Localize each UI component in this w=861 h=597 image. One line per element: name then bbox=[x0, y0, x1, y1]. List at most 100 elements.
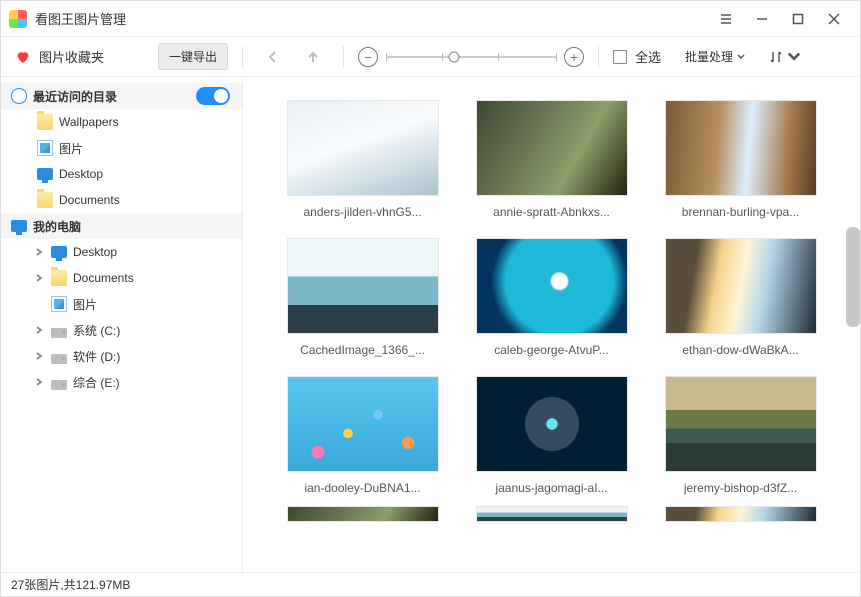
drive-icon bbox=[51, 354, 67, 364]
sidebar-item-label: Desktop bbox=[73, 245, 117, 259]
thumbnail-item[interactable]: brennan-burling-vpa... bbox=[661, 101, 820, 219]
chevron-down-icon bbox=[787, 50, 801, 64]
divider bbox=[242, 46, 243, 68]
sidebar-item-desktop[interactable]: Desktop bbox=[1, 161, 242, 187]
scrollbar-thumb[interactable] bbox=[846, 227, 860, 327]
recent-toggle[interactable] bbox=[196, 87, 230, 105]
thumbnail-image bbox=[288, 101, 438, 195]
slider-thumb[interactable] bbox=[449, 51, 460, 62]
partial-thumbnail-row bbox=[243, 505, 860, 521]
thumbnail-item[interactable]: jaanus-jagomagi-aI... bbox=[472, 377, 631, 495]
folder-icon bbox=[51, 270, 67, 286]
sidebar: 最近访问的目录 Wallpapers 图片 Desktop Documents … bbox=[1, 77, 243, 572]
minimize-button[interactable] bbox=[744, 5, 780, 33]
thumbnail-image[interactable] bbox=[288, 507, 438, 521]
content-area: anders-jilden-vhnG5... annie-spratt-Abnk… bbox=[243, 77, 860, 572]
thumbnail-image bbox=[288, 239, 438, 333]
thumbnail-item[interactable]: annie-spratt-Abnkxs... bbox=[472, 101, 631, 219]
thumbnail-caption: ian-dooley-DuBNA1... bbox=[304, 481, 420, 495]
thumbnail-caption: CachedImage_1366_... bbox=[300, 343, 425, 357]
sidebar-item-label: Desktop bbox=[59, 167, 103, 181]
sidebar-item-documents[interactable]: Documents bbox=[1, 265, 242, 291]
sidebar-item-label: 图片 bbox=[59, 140, 83, 157]
chevron-right-icon bbox=[33, 378, 45, 386]
thumbnail-image[interactable] bbox=[477, 507, 627, 521]
thumbnail-image bbox=[477, 101, 627, 195]
thumbnail-image bbox=[666, 239, 816, 333]
thumbnail-item[interactable]: CachedImage_1366_... bbox=[283, 239, 442, 357]
thumbnail-item[interactable]: anders-jilden-vhnG5... bbox=[283, 101, 442, 219]
up-button[interactable] bbox=[297, 50, 329, 64]
hamburger-menu-icon[interactable] bbox=[708, 5, 744, 33]
drive-icon bbox=[51, 380, 67, 390]
sidebar-item-label: Wallpapers bbox=[59, 115, 119, 129]
maximize-button[interactable] bbox=[780, 5, 816, 33]
heart-icon bbox=[15, 49, 31, 65]
zoom-in-button[interactable]: + bbox=[564, 47, 584, 67]
zoom-slider[interactable] bbox=[386, 47, 556, 67]
app-icon bbox=[9, 10, 27, 28]
select-all-checkbox[interactable] bbox=[613, 50, 627, 64]
thumbnail-caption: jeremy-bishop-d3fZ... bbox=[684, 481, 797, 495]
computer-icon bbox=[11, 220, 27, 232]
thumbnail-caption: anders-jilden-vhnG5... bbox=[303, 205, 421, 219]
mypc-header[interactable]: 我的电脑 bbox=[1, 213, 242, 239]
sidebar-item-drive-c[interactable]: 系统 (C:) bbox=[1, 317, 242, 343]
divider bbox=[598, 46, 599, 68]
sidebar-item-pictures[interactable]: 图片 bbox=[1, 291, 242, 317]
thumbnail-caption: brennan-burling-vpa... bbox=[682, 205, 799, 219]
titlebar: 看图王图片管理 bbox=[1, 1, 860, 37]
drive-icon bbox=[51, 328, 67, 338]
thumbnail-item[interactable]: ethan-dow-dWaBkA... bbox=[661, 239, 820, 357]
sort-dropdown[interactable] bbox=[769, 50, 801, 64]
toolbar: 图片收藏夹 一键导出 − + 全选 批量处理 bbox=[1, 37, 860, 77]
status-text: 27张图片,共121.97MB bbox=[11, 576, 130, 593]
folder-icon bbox=[37, 114, 53, 130]
sidebar-item-label: 软件 (D:) bbox=[73, 348, 120, 365]
thumbnail-caption: ethan-dow-dWaBkA... bbox=[682, 343, 798, 357]
favorites-label: 图片收藏夹 bbox=[39, 47, 104, 66]
recent-header-label: 最近访问的目录 bbox=[33, 88, 117, 105]
sidebar-item-pictures[interactable]: 图片 bbox=[1, 135, 242, 161]
batch-dropdown[interactable]: 批量处理 bbox=[685, 48, 745, 65]
batch-label: 批量处理 bbox=[685, 48, 733, 65]
sidebar-item-label: 系统 (C:) bbox=[73, 322, 120, 339]
sidebar-item-drive-d[interactable]: 软件 (D:) bbox=[1, 343, 242, 369]
sidebar-item-drive-e[interactable]: 综合 (E:) bbox=[1, 369, 242, 395]
clock-icon bbox=[11, 88, 27, 104]
close-button[interactable] bbox=[816, 5, 852, 33]
thumbnail-image bbox=[477, 239, 627, 333]
monitor-icon bbox=[51, 246, 67, 258]
thumbnail-image bbox=[666, 101, 816, 195]
sidebar-item-wallpapers[interactable]: Wallpapers bbox=[1, 109, 242, 135]
picture-icon bbox=[51, 296, 67, 312]
thumbnail-caption: caleb-george-AtvuP... bbox=[494, 343, 609, 357]
sidebar-item-label: Documents bbox=[73, 271, 134, 285]
chevron-right-icon bbox=[33, 248, 45, 256]
zoom-out-button[interactable]: − bbox=[358, 47, 378, 67]
select-all-label: 全选 bbox=[635, 47, 661, 66]
picture-icon bbox=[37, 140, 53, 156]
thumbnail-item[interactable]: ian-dooley-DuBNA1... bbox=[283, 377, 442, 495]
folder-icon bbox=[37, 192, 53, 208]
mypc-header-label: 我的电脑 bbox=[33, 218, 81, 235]
chevron-down-icon bbox=[737, 53, 745, 61]
recent-header[interactable]: 最近访问的目录 bbox=[1, 83, 242, 109]
sidebar-item-desktop[interactable]: Desktop bbox=[1, 239, 242, 265]
thumbnail-item[interactable]: caleb-george-AtvuP... bbox=[472, 239, 631, 357]
window-title: 看图王图片管理 bbox=[35, 9, 126, 28]
thumbnail-caption: annie-spratt-Abnkxs... bbox=[493, 205, 610, 219]
divider bbox=[343, 46, 344, 68]
monitor-icon bbox=[37, 168, 53, 180]
chevron-right-icon bbox=[33, 274, 45, 282]
sidebar-item-label: Documents bbox=[59, 193, 120, 207]
export-button[interactable]: 一键导出 bbox=[158, 43, 228, 70]
thumbnail-image bbox=[477, 377, 627, 471]
sidebar-item-documents[interactable]: Documents bbox=[1, 187, 242, 213]
thumbnail-item[interactable]: jeremy-bishop-d3fZ... bbox=[661, 377, 820, 495]
statusbar: 27张图片,共121.97MB bbox=[1, 572, 860, 596]
chevron-right-icon bbox=[33, 326, 45, 334]
sort-icon bbox=[769, 50, 783, 64]
back-button[interactable] bbox=[257, 50, 289, 64]
thumbnail-image[interactable] bbox=[666, 507, 816, 521]
